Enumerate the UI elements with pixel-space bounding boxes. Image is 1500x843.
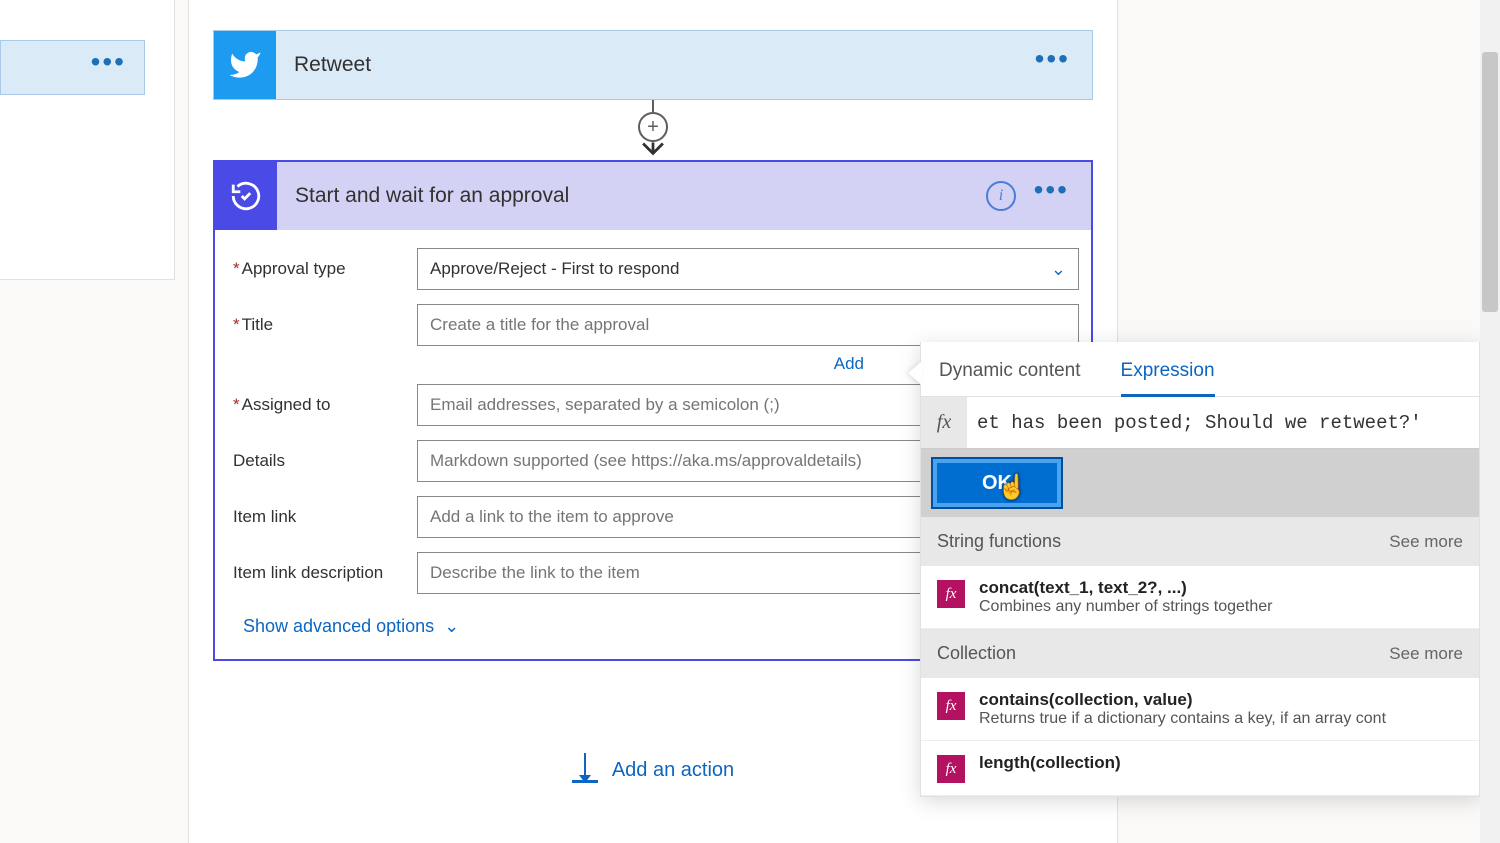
info-icon[interactable]: i [986,181,1016,211]
fn-contains[interactable]: fx contains(collection, value) Returns t… [921,678,1479,741]
title-input[interactable]: Create a title for the approval [417,304,1079,346]
details-label: Details [227,451,417,471]
title-row: *Title Create a title for the approval [227,304,1079,346]
tab-dynamic-content[interactable]: Dynamic content [939,352,1081,396]
fx-icon: fx [937,692,965,720]
fn-text: length(collection) [979,753,1121,773]
cursor-icon: ☝ [997,473,1027,502]
see-more-link[interactable]: See more [1389,644,1463,664]
see-more-link[interactable]: See more [1389,532,1463,552]
flyout-caret-icon [908,361,922,385]
fn-signature: concat(text_1, text_2?, ...) [979,578,1272,598]
fn-text: contains(collection, value) Returns true… [979,690,1386,728]
approval-type-row: *Approval type Approve/Reject - First to… [227,248,1079,290]
item-link-label: Item link [227,507,417,527]
fn-description: Combines any number of strings together [979,598,1272,616]
section-title: String functions [937,531,1061,552]
approval-type-value: Approve/Reject - First to respond [430,259,679,279]
title-label: *Title [227,315,417,335]
fn-text: concat(text_1, text_2?, ...) Combines an… [979,578,1272,616]
fx-icon: fx [937,580,965,608]
connector-line [652,100,654,112]
expression-row: fx [921,397,1479,449]
approval-card-title: Start and wait for an approval [277,184,1091,208]
retweet-card-header[interactable]: Retweet ••• [214,31,1092,99]
section-collection: Collection See more [921,629,1479,678]
fx-icon: fx [937,755,965,783]
approval-type-dropdown[interactable]: Approve/Reject - First to respond ⌄ [417,248,1079,290]
flyout-tabs: Dynamic content Expression [921,342,1479,397]
ellipsis-icon[interactable]: ••• [1035,59,1070,71]
add-step-button[interactable]: + [638,112,668,142]
approval-icon [215,162,277,230]
add-action-icon [572,757,598,783]
partial-action-card[interactable]: ••• [0,40,145,95]
twitter-icon [214,31,276,99]
fn-signature: contains(collection, value) [979,690,1386,710]
retweet-card-title: Retweet [276,53,1092,77]
flow-connector: + [201,100,1105,160]
chevron-down-icon: ⌄ [444,616,459,637]
fn-concat[interactable]: fx concat(text_1, text_2?, ...) Combines… [921,566,1479,629]
section-title: Collection [937,643,1016,664]
section-string-functions: String functions See more [921,517,1479,566]
expression-flyout: Dynamic content Expression fx OK ☝ Strin… [920,342,1480,797]
retweet-action-card[interactable]: Retweet ••• [213,30,1093,100]
chevron-down-icon: ⌄ [1051,259,1066,280]
vertical-scrollbar[interactable] [1480,0,1500,843]
arrow-down-icon [642,142,664,156]
fx-icon: fx [921,397,967,448]
assigned-to-label: *Assigned to [227,395,417,415]
ok-button[interactable]: OK ☝ [933,459,1061,507]
ellipsis-icon[interactable]: ••• [1034,190,1069,202]
fn-signature: length(collection) [979,753,1121,773]
approval-card-header[interactable]: Start and wait for an approval i ••• [215,162,1091,230]
tab-expression[interactable]: Expression [1121,352,1215,397]
add-action-label: Add an action [612,759,734,782]
item-link-desc-label: Item link description [227,563,417,583]
fn-description: Returns true if a dictionary contains a … [979,710,1386,728]
approval-type-label: *Approval type [227,259,417,279]
scrollbar-thumb[interactable] [1482,52,1498,312]
ellipsis-icon[interactable]: ••• [91,62,126,74]
ok-row: OK ☝ [921,449,1479,517]
expression-input[interactable] [967,397,1479,448]
fn-length[interactable]: fx length(collection) [921,741,1479,796]
